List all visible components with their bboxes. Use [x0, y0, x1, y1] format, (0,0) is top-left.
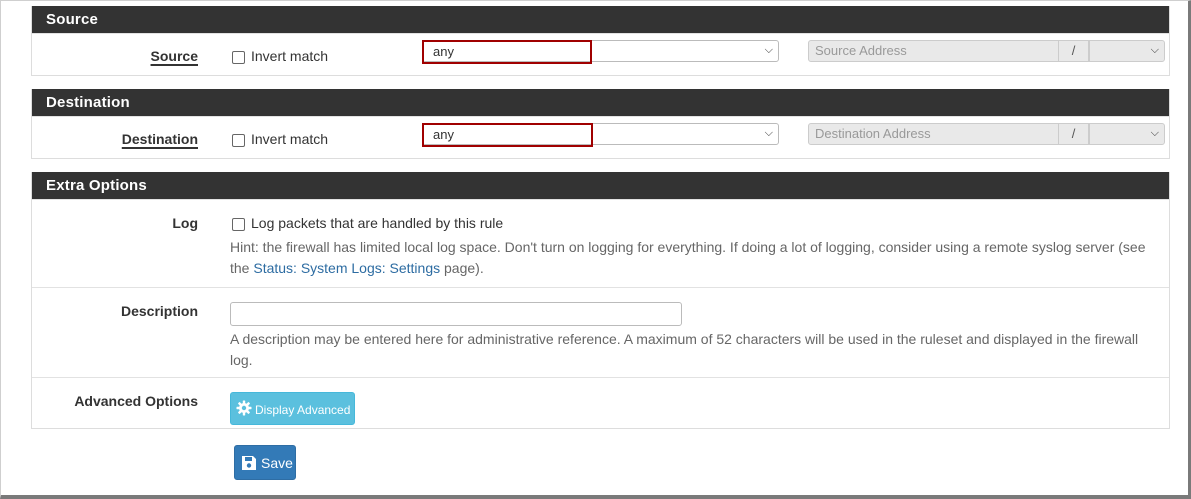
source-type-highlight — [422, 40, 592, 64]
log-checkbox-label: Log packets that are handled by this rul… — [251, 215, 504, 231]
description-input[interactable] — [230, 302, 682, 326]
system-logs-settings-link[interactable]: Status: System Logs: Settings — [253, 260, 440, 276]
destination-label[interactable]: Destination — [122, 131, 198, 147]
source-label[interactable]: Source — [151, 48, 198, 64]
source-slash: / — [1058, 40, 1089, 62]
log-checkbox[interactable] — [232, 218, 245, 231]
destination-address-input[interactable]: Destination Address — [808, 123, 1059, 145]
chevron-down-icon: ⌵ — [1150, 127, 1159, 139]
log-label: Log — [172, 215, 198, 231]
log-hint-tail: page). — [440, 260, 484, 276]
extra-options-panel: Extra Options Log Log packets that are h… — [31, 172, 1170, 429]
source-address-input[interactable]: Source Address — [808, 40, 1059, 62]
description-label: Description — [120, 303, 198, 319]
extra-options-heading: Extra Options — [32, 172, 1169, 199]
advanced-options-label: Advanced Options — [74, 393, 198, 409]
chevron-down-icon: ⌵ — [1150, 44, 1159, 56]
display-advanced-button[interactable]: Display Advanced — [230, 392, 355, 425]
source-heading: Source — [32, 6, 1169, 33]
destination-mask-select[interactable]: ⌵ — [1089, 123, 1165, 145]
source-mask-select[interactable]: ⌵ — [1089, 40, 1165, 62]
destination-type-highlight — [422, 123, 593, 147]
description-row: Description A description may be entered… — [32, 287, 1169, 377]
save-icon — [242, 456, 256, 470]
log-hint: Hint: the firewall has limited local log… — [230, 237, 1155, 279]
log-row: Log Log packets that are handled by this… — [32, 199, 1169, 287]
display-advanced-label: Display Advanced — [255, 403, 351, 417]
advanced-row: Advanced Options Display Advanced — [32, 377, 1169, 430]
destination-invert-label: Invert match — [251, 131, 329, 147]
description-hint: A description may be entered here for ad… — [230, 331, 1139, 368]
source-invert-checkbox[interactable] — [232, 51, 245, 64]
destination-panel: Destination Destination Invert match any… — [31, 89, 1170, 159]
destination-heading: Destination — [32, 89, 1169, 116]
chevron-down-icon: ⌵ — [764, 127, 773, 139]
destination-slash: / — [1058, 123, 1089, 145]
save-button[interactable]: Save — [234, 445, 296, 480]
source-row: Source Invert match any ⌵ Source Address… — [32, 33, 1169, 76]
source-panel: Source Source Invert match any ⌵ Source … — [31, 6, 1170, 76]
source-invert-label: Invert match — [251, 48, 329, 64]
destination-invert-checkbox[interactable] — [232, 134, 245, 147]
chevron-down-icon: ⌵ — [764, 44, 773, 56]
save-label: Save — [261, 455, 293, 471]
gear-icon — [236, 400, 252, 416]
destination-row: Destination Invert match any ⌵ Destinati… — [32, 116, 1169, 159]
